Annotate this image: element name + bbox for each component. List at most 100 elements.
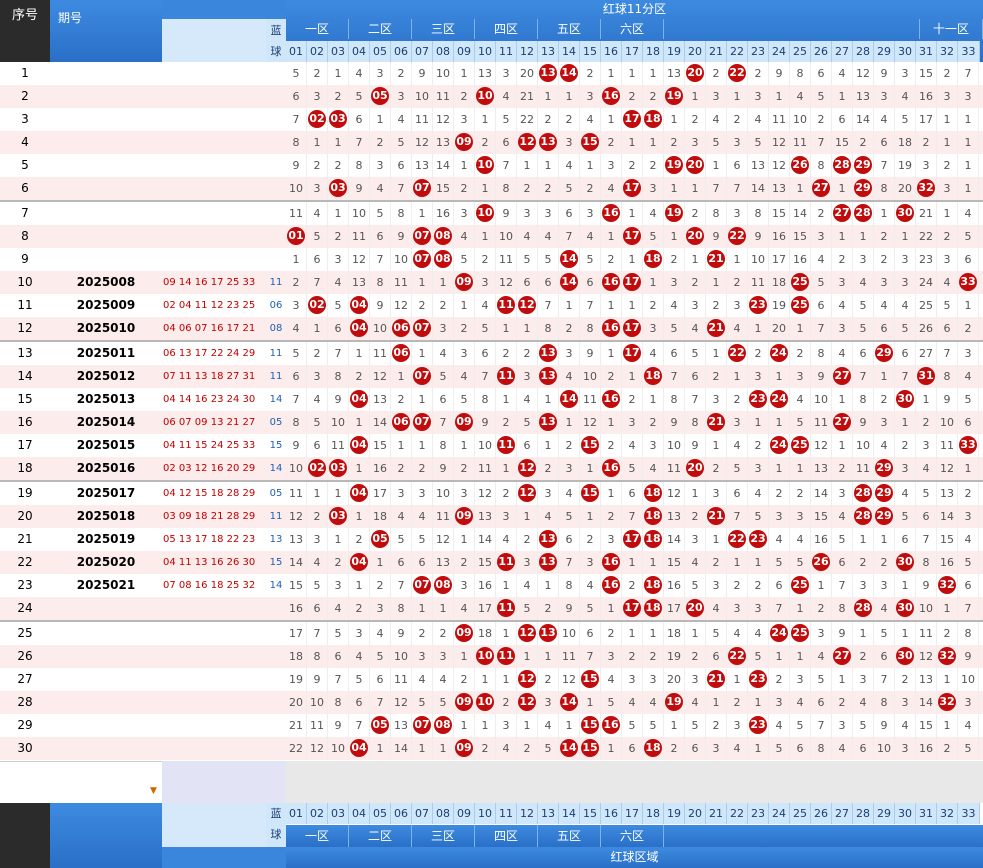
red-ball-hit: 23 [749, 390, 767, 408]
row-blue-ball [266, 177, 286, 200]
table-row[interactable]: 25 17 7 5 3 4 9 2 2 09 18 1 12 13 10 6 2 1 1 18 1 5 4 4 24 25 3 9 1 5… [0, 622, 983, 645]
miss-count: 1 [727, 668, 748, 691]
table-row[interactable]: 4 8 1 1 7 2 5 12 13 09 2 6 12 13 3 15 2 1 1 2 3 5 3 5 12 11 7 15 2 6 1… [0, 131, 983, 154]
table-row[interactable]: 24 16 6 4 2 3 8 1 1 4 17 11 5 2 9 5 1 17 18 17 20 4 3 3 7 1 2 8 28 4 3… [0, 597, 983, 620]
row-seq: 7 [21, 206, 29, 220]
table-row[interactable]: 26 18 8 6 4 5 10 3 3 1 10 11 1 1 11 7 3 2 2 19 2 6 22 5 1 1 4 27 2 6 3… [0, 645, 983, 668]
table-row[interactable]: 3 7 02 03 6 1 4 11 12 3 1 5 22 2 2 4 1 17 18 1 2 4 2 4 11 10 2 6 14 4… [0, 108, 983, 131]
table-row[interactable]: 9 1 6 3 12 7 10 07 08 5 2 11 5 5 14 5 2 1 18 2 1 21 1 10 17 16 4 2 3… [0, 248, 983, 271]
table-row[interactable]: 30 22 12 10 04 1 14 1 1 09 2 4 2 5 14 15 1 6 18 2 6 3 4 1 5 6 8 4 6 1… [0, 737, 983, 760]
miss-count: 12 [664, 482, 685, 505]
hit-cell: 14 [559, 691, 580, 714]
miss-count: 1 [853, 225, 874, 248]
miss-count: 3 [790, 505, 811, 528]
miss-count: 2 [328, 154, 349, 177]
miss-count: 2 [832, 691, 853, 714]
dropdown-arrow-icon[interactable]: ▼ [150, 786, 157, 796]
table-row[interactable]: 10 2025008 09 14 16 17 25 33 11 2 7 4 13 8 11 1 1 09… [0, 271, 983, 294]
miss-count: 1 [412, 202, 433, 225]
table-row[interactable]: 22 2025020 04 11 13 16 26 30 15 14 4 2 04 1 6 6 13 2… [0, 551, 983, 574]
miss-count: 3 [664, 271, 685, 294]
red-ball-hit: 20 [686, 64, 704, 82]
table-row[interactable]: 16 2025014 06 07 09 13 21 27 05 8 5 10 1 14 06 07 7… [0, 411, 983, 434]
row-issue: 2025010 [76, 321, 136, 335]
miss-count: 1 [538, 645, 559, 668]
miss-count: 2 [412, 294, 433, 317]
miss-count: 5 [748, 131, 769, 154]
miss-count: 1 [706, 528, 727, 551]
miss-count: 4 [874, 294, 895, 317]
table-row[interactable]: 28 20 10 8 6 7 12 5 5 09 10 2 12 3 14 1 5 4 4 19 4 1 2 1 3 4 6 2 4 8 3… [0, 691, 983, 714]
table-row[interactable]: 14 2025012 07 11 13 18 27 31 11 6 3 8 2 12 1 07 5 4 7… [0, 365, 983, 388]
hit-cell: 21 [706, 248, 727, 271]
miss-count: 3 [643, 668, 664, 691]
miss-count: 1 [454, 294, 475, 317]
miss-count: 2 [811, 202, 832, 225]
miss-count: 2 [328, 225, 349, 248]
miss-count: 7 [769, 597, 790, 620]
miss-count: 6 [853, 737, 874, 760]
miss-count: 2 [748, 342, 769, 365]
table-row[interactable]: 29 21 11 9 7 05 13 07 08 1 1 3 1 4 1 15 16 5 5 1 5 2 3 23 4 5 7 3 5 9… [0, 714, 983, 737]
hit-cell: 12 [517, 131, 538, 154]
table-row[interactable]: 8 01 5 2 11 6 9 07 08 4 1 10 4 4 7 4 1 17 5 1 20 9 22 9 16 15 3 1 1 2… [0, 225, 983, 248]
miss-count: 5 [433, 365, 454, 388]
red-ball-hit: 09 [455, 133, 473, 151]
hit-cell: 28 [853, 482, 874, 505]
table-row[interactable]: 13 2025011 06 13 17 22 24 29 11 5 2 7 1 11 06 1 4 3 6… [0, 342, 983, 365]
hit-cell: 16 [601, 317, 622, 340]
hit-cell: 21 [706, 668, 727, 691]
table-row[interactable]: 23 2025021 07 08 16 18 25 32 14 15 5 3 1 2 7 07 08 3… [0, 574, 983, 597]
miss-count: 10 [937, 411, 958, 434]
table-row[interactable]: 21 2025019 05 13 17 18 22 23 13 13 3 1 2 05 5 5 12 1… [0, 528, 983, 551]
miss-count: 1 [622, 202, 643, 225]
miss-count: 3 [580, 85, 601, 108]
table-row[interactable]: 6 10 3 03 9 4 7 07 15 2 1 8 2 2 5 2 4 17 3 1 1 7 7 14 13 1 27 1 29 8 2… [0, 177, 983, 200]
table-row[interactable]: 27 19 9 7 5 6 11 4 4 2 1 1 12 2 12 15 4 3 3 20 3 21 1 23 2 3 5 1 3 7 2… [0, 668, 983, 691]
red-ball-hit: 14 [560, 693, 578, 711]
row-blue-ball: 14 [269, 394, 283, 405]
issue-header[interactable]: 期号 [50, 0, 162, 62]
row-seq: 10 [17, 275, 33, 289]
miss-count: 11 [286, 202, 307, 225]
red-ball-hit: 25 [791, 273, 809, 291]
table-row[interactable]: 20 2025018 03 09 18 21 28 29 11 12 2 03 1 18 4 4 11… [0, 505, 983, 528]
table-row[interactable]: 7 11 4 1 10 5 8 1 16 3 10 9 3 3 6 3 16 1 4 19 2 8 3 8 15 14 2 27 28 1… [0, 202, 983, 225]
table-row[interactable]: 12 2025010 04 06 07 16 17 21 08 4 1 6 04 10 06 07 3… [0, 317, 983, 340]
miss-count: 3 [685, 294, 706, 317]
table-row[interactable]: 11 2025009 02 04 11 12 23 25 06 3 02 5 04 9 12 2 2 1… [0, 294, 983, 317]
hit-cell: 13 [538, 365, 559, 388]
hit-cell: 23 [748, 528, 769, 551]
hit-cell: 08 [433, 574, 454, 597]
miss-count: 1 [601, 225, 622, 248]
miss-count: 4 [832, 737, 853, 760]
row-issue [50, 85, 162, 108]
table-row[interactable]: 5 9 2 2 8 3 6 13 14 1 10 7 1 1 4 1 3 2 2 19 20 1 6 13 12 26 8 28 29 7… [0, 154, 983, 177]
row-blue-ball: 14 [269, 580, 283, 591]
table-row[interactable]: 17 2025015 04 11 15 24 25 33 15 9 6 11 04 15 1 1 8 1… [0, 434, 983, 457]
miss-count: 2 [538, 457, 559, 480]
row-issue [50, 668, 162, 691]
miss-count: 13 [412, 154, 433, 177]
table-row[interactable]: 2 6 3 2 5 05 3 10 11 2 10 4 21 1 1 3 16 2 2 19 1 3 1 3 1 4 5 1 13 3 4 1… [0, 85, 983, 108]
miss-count: 5 [853, 714, 874, 737]
miss-count: 4 [286, 317, 307, 340]
miss-count: 6 [496, 131, 517, 154]
table-row[interactable]: 15 2025013 04 14 16 23 24 30 14 7 4 9 04 13 2 1 6 5 8… [0, 388, 983, 411]
table-row[interactable]: 1 5 2 1 4 3 2 9 10 1 13 3 20 13 14 2 1 1 1 13 20 2 22 2 9 8 6 4 12 9 3… [0, 62, 983, 85]
table-row[interactable]: 19 2025017 04 12 15 18 28 29 05 11 1 1 04 17 3 3 10… [0, 482, 983, 505]
red-ball-hit: 15 [581, 133, 599, 151]
table-row[interactable]: 18 2025016 02 03 12 16 20 29 14 10 02 03 1 16 2 2 9… [0, 457, 983, 480]
row-seq: 12 [17, 321, 33, 335]
miss-count: 7 [811, 714, 832, 737]
row-issue [50, 737, 162, 760]
miss-count: 5 [454, 248, 475, 271]
miss-count: 16 [937, 551, 958, 574]
miss-count: 4 [790, 388, 811, 411]
miss-count: 4 [643, 457, 664, 480]
hit-cell: 25 [790, 574, 811, 597]
hit-cell: 04 [349, 737, 370, 760]
miss-count: 1 [517, 645, 538, 668]
miss-count: 3 [916, 154, 937, 177]
miss-count: 13 [433, 131, 454, 154]
